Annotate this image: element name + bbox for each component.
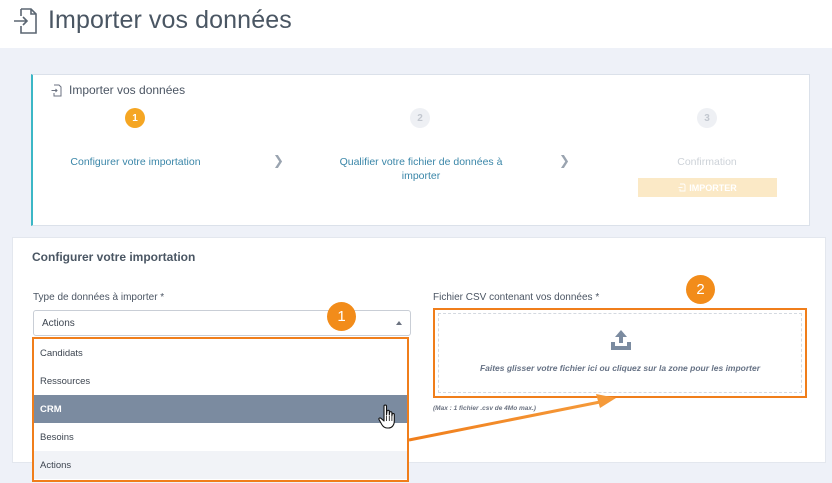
- csv-file-label: Fichier CSV contenant vos données *: [433, 292, 600, 303]
- chevron-right-icon: ❯: [559, 153, 570, 168]
- page-header: Importer vos données: [0, 0, 832, 48]
- file-dropzone[interactable]: Faites glisser votre fichier ici ou cliq…: [433, 308, 807, 398]
- step-2-label[interactable]: Qualifier votre fichier de données à imp…: [331, 155, 511, 183]
- file-import-icon: [14, 8, 37, 34]
- dropdown-option-besoins[interactable]: Besoins: [34, 423, 407, 451]
- file-import-icon: [51, 84, 62, 96]
- data-type-label: Type de données à importer *: [33, 292, 165, 303]
- dropzone-text: Faites glisser votre fichier ici ou cliq…: [479, 363, 761, 373]
- wizard-heading-label: Importer vos données: [69, 83, 186, 97]
- file-import-icon: [678, 183, 686, 192]
- dropdown-option-candidats[interactable]: Candidats: [34, 339, 407, 367]
- import-button-label: IMPORTER: [689, 182, 737, 193]
- dropdown-option-actions[interactable]: Actions: [34, 451, 407, 479]
- hand-pointer-icon: [378, 404, 395, 429]
- step-3-label: Confirmation: [677, 156, 737, 168]
- data-type-value: Actions: [42, 317, 75, 329]
- chevron-right-icon: ❯: [273, 153, 284, 168]
- dropdown-option-crm[interactable]: CRM: [34, 395, 407, 423]
- import-wizard: Importer vos données 1 Configurer votre …: [31, 74, 810, 226]
- config-title: Configurer votre importation: [32, 250, 196, 264]
- caret-up-icon: [396, 321, 402, 325]
- page-title: Importer vos données: [48, 6, 292, 34]
- dropzone-hint: (Max : 1 fichier .csv de 4Mo max.): [433, 405, 536, 412]
- step-3-number: 3: [697, 108, 717, 128]
- dropdown-option-ressources[interactable]: Ressources: [34, 367, 407, 395]
- annotation-badge-1: 1: [327, 302, 356, 331]
- dropzone-border: [438, 313, 802, 393]
- step-2-number: 2: [410, 108, 430, 128]
- upload-tray-icon: [611, 330, 631, 350]
- step-1-label[interactable]: Configurer votre importation: [63, 155, 208, 169]
- import-button[interactable]: IMPORTER: [638, 178, 777, 197]
- data-type-dropdown[interactable]: Candidats Ressources CRM Besoins Actions: [32, 337, 409, 482]
- annotation-badge-2: 2: [686, 275, 715, 304]
- step-1-number: 1: [125, 108, 145, 128]
- wizard-heading: Importer vos données: [51, 83, 185, 97]
